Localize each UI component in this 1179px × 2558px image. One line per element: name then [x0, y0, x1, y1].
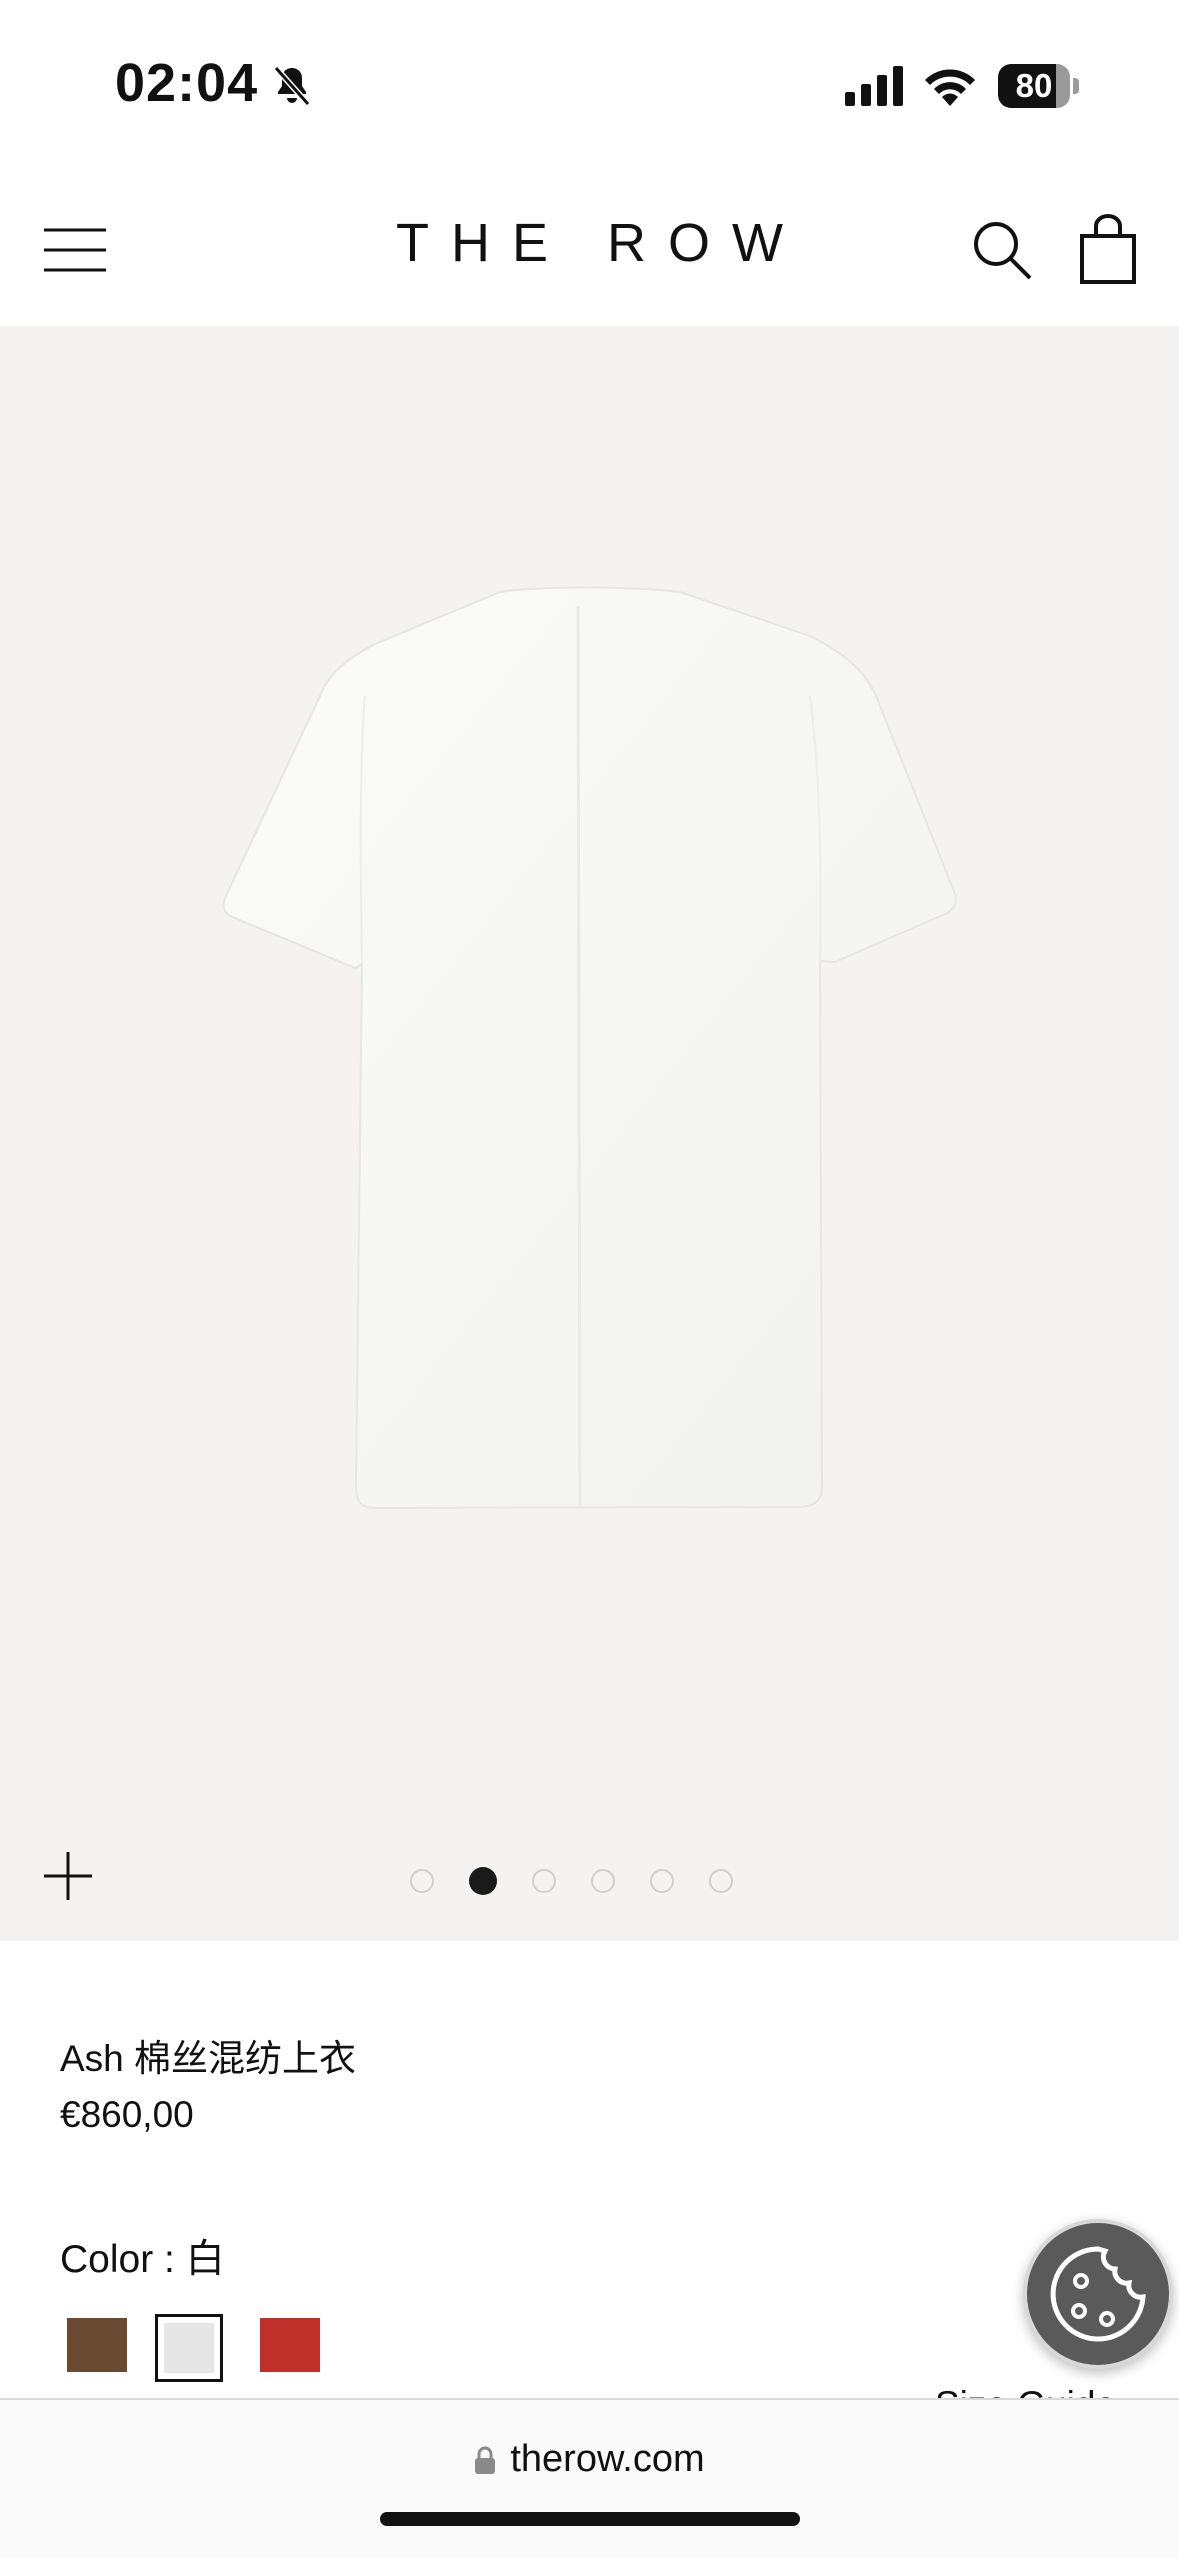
battery-level: 80	[1015, 67, 1053, 104]
battery-icon: 80	[998, 64, 1080, 108]
cookie-settings-button[interactable]	[1023, 2219, 1173, 2369]
cellular-signal-icon	[845, 66, 903, 106]
swatch-red[interactable]	[260, 2318, 320, 2372]
carousel-dot[interactable]	[591, 1869, 615, 1893]
zoom-plus-icon[interactable]	[40, 1848, 96, 1904]
lock-icon	[475, 2446, 496, 2474]
carousel-dot[interactable]	[469, 1867, 497, 1895]
carousel-dots	[410, 1866, 733, 1896]
swatch-white	[164, 2323, 214, 2373]
swatch-brown[interactable]	[67, 2318, 127, 2372]
carousel-dot[interactable]	[650, 1869, 674, 1893]
status-bar: 02:04 80	[0, 0, 1179, 170]
home-indicator[interactable]	[380, 2512, 800, 2526]
swatch-white-selected[interactable]	[155, 2314, 223, 2382]
shopping-bag-icon[interactable]	[1078, 214, 1138, 286]
status-time: 02:04	[115, 53, 259, 113]
product-gallery[interactable]	[0, 326, 1179, 1941]
cookie-icon	[1050, 2246, 1146, 2342]
carousel-dot[interactable]	[532, 1869, 556, 1893]
carousel-dot[interactable]	[410, 1869, 434, 1893]
site-header: THE ROW	[0, 170, 1179, 326]
url-text: therow.com	[510, 2438, 705, 2480]
search-icon[interactable]	[970, 218, 1034, 282]
t-shirt-back-image	[222, 586, 957, 1510]
carousel-dot[interactable]	[709, 1869, 733, 1893]
bell-muted-icon	[273, 66, 311, 106]
color-label: Color : 白	[60, 2238, 225, 2281]
wifi-icon	[925, 69, 975, 106]
product-price: €860,00	[60, 2094, 194, 2135]
browser-url-bar[interactable]: therow.com	[0, 2398, 1179, 2558]
product-name: Ash 棉丝混纺上衣	[60, 2038, 357, 2079]
